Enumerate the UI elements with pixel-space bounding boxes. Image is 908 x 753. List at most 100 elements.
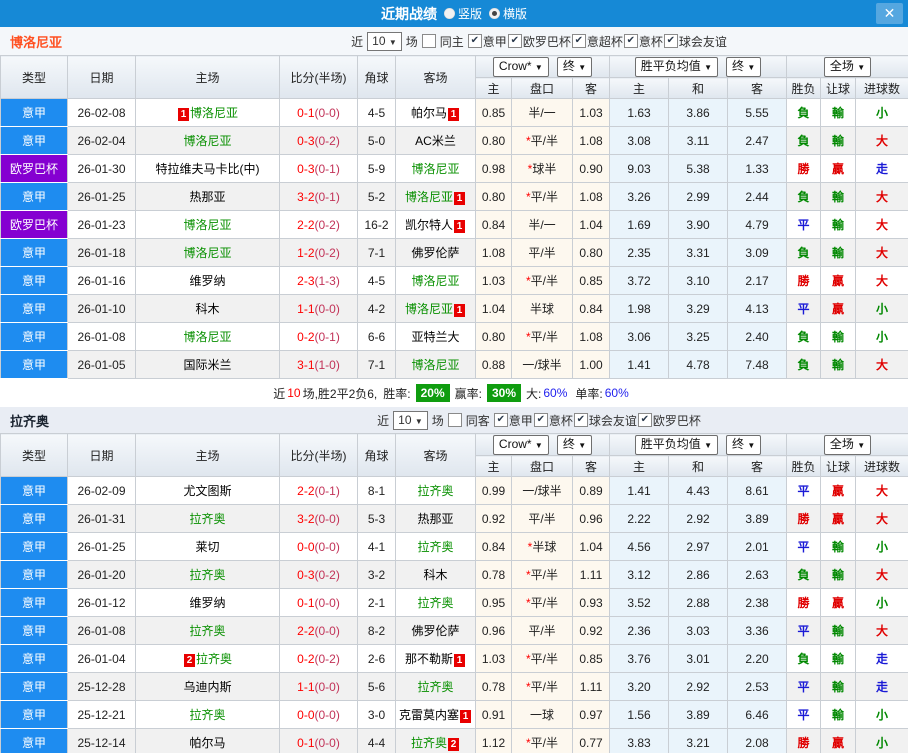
corner-cell: 6-6 (357, 322, 396, 351)
score-cell: 0-3(0-2) (279, 126, 358, 155)
league-cell: 意甲 (0, 350, 68, 379)
league-checkbox[interactable]: ✔ (623, 34, 638, 48)
section-team-name: 拉齐奥 (10, 413, 50, 429)
handicap-line-cell: 平/半 (511, 238, 573, 267)
avg-home-cell: 1.63 (609, 98, 670, 127)
result-goals-cell: 大 (855, 182, 908, 211)
match-count-select[interactable]: 10 ▼ (367, 31, 402, 51)
away-team-cell: 帕尔马 1 (395, 98, 476, 127)
handicap-line-cell: *球半 (511, 154, 573, 183)
chevron-down-icon: ▼ (414, 416, 423, 426)
date-cell: 25-12-21 (67, 700, 136, 729)
avg-away-cell: 2.40 (727, 322, 788, 351)
halftime-score: (0-0) (314, 511, 340, 526)
fulltime-dropdown[interactable]: 全场 ▼ (823, 56, 872, 77)
home-team-cell: 国际米兰 (135, 350, 280, 379)
bookmaker-dropdown[interactable]: Crow* ▼ (492, 434, 549, 455)
radio-icon-vertical[interactable] (443, 8, 455, 19)
corner-cell: 8-2 (357, 616, 396, 645)
league-filters-1: ✔ 意甲 ✔ 意杯 ✔ 球会友谊 ✔ 欧罗巴杯 (493, 412, 701, 429)
handicap-line: 球半 (532, 162, 557, 176)
handicap-line: 平/半 (528, 246, 556, 260)
league-checkbox[interactable]: ✔ (533, 413, 548, 427)
league-checkbox[interactable]: ✔ (507, 34, 522, 48)
corner-cell: 5-9 (357, 154, 396, 183)
home-team-name: 拉齐奥 (189, 624, 226, 638)
result-char: 負 (797, 190, 810, 204)
avg-home-cell: 9.03 (609, 154, 670, 183)
home-team-cell: 拉齐奥 (135, 504, 280, 533)
result-char: 贏 (832, 274, 845, 288)
wdl-avg-dropdown[interactable]: 胜平负均值 ▼ (634, 56, 719, 77)
final-dropdown-2[interactable]: 终 ▼ (726, 434, 762, 455)
titlebar: 近期战绩 竖版 横版 ✕ (0, 0, 908, 27)
away-team-name: 博洛尼亚 (404, 190, 453, 204)
stats-record: 场,胜2平2负6, (302, 386, 378, 401)
date-cell: 26-01-16 (67, 266, 136, 295)
home-team-cell: 1 博洛尼亚 (135, 98, 280, 127)
chevron-down-icon: ▼ (388, 37, 397, 47)
final-dropdown-1[interactable]: 终 ▼ (556, 434, 593, 455)
same-venue-checkbox[interactable] (447, 413, 462, 427)
fulltime-score: 2-2 (297, 217, 315, 232)
result-char: 勝 (797, 596, 810, 610)
home-team-name: 博洛尼亚 (189, 106, 238, 120)
odds-home-cell: 0.91 (475, 700, 512, 729)
result-handicap-cell: 輸 (820, 532, 857, 561)
league-checkbox[interactable]: ✔ (573, 413, 588, 427)
date-cell: 26-01-08 (67, 322, 136, 351)
result-goals-cell: 大 (855, 560, 908, 589)
result-char: 大 (876, 568, 889, 582)
league-cell: 意甲 (0, 322, 68, 351)
bookmaker-dropdown[interactable]: Crow* ▼ (492, 56, 549, 77)
home-team-cell: 博洛尼亚 (135, 322, 280, 351)
fulltime-dropdown[interactable]: 全场 ▼ (823, 434, 872, 455)
handicap-line-cell: 半球 (511, 294, 573, 323)
league-checkbox[interactable]: ✔ (637, 413, 652, 427)
halftime-score: (0-1) (314, 161, 340, 176)
league-checkbox[interactable]: ✔ (571, 34, 586, 48)
handicap-line-cell: 平/半 (511, 616, 573, 645)
radio-icon-horizontal[interactable] (489, 8, 500, 19)
home-team-name: 尤文图斯 (183, 484, 232, 498)
home-team-name: 科木 (195, 302, 220, 316)
match-count-select[interactable]: 10 ▼ (393, 410, 428, 430)
radio-label-vertical: 竖版 (457, 7, 482, 21)
halftime-score: (0-0) (314, 707, 340, 722)
layout-radio-vertical[interactable]: 竖版 (443, 5, 482, 22)
result-char: 勝 (797, 512, 810, 526)
league-checkbox[interactable]: ✔ (663, 34, 678, 48)
same-venue-checkbox[interactable] (421, 34, 436, 48)
layout-radio-horizontal[interactable]: 横版 (489, 5, 527, 22)
section-team-name: 博洛尼亚 (10, 34, 63, 50)
league-checkbox[interactable]: ✔ (467, 34, 482, 48)
away-team-cell: 拉齐奥 (395, 588, 476, 617)
close-icon[interactable]: ✕ (876, 3, 903, 24)
home-team-cell: 拉齐奥 (135, 616, 280, 645)
handicap-line: 平/半 (530, 652, 558, 666)
corner-cell: 4-2 (357, 294, 396, 323)
avg-home-cell: 1.69 (609, 210, 670, 239)
handicap-line-cell: *平/半 (511, 644, 573, 673)
home-team-cell: 拉齐奥 (135, 560, 280, 589)
col-type: 类型 (0, 433, 68, 477)
fulltime-score: 2-3 (297, 273, 315, 288)
final-dropdown-1[interactable]: 终 ▼ (556, 56, 593, 77)
league-checkbox[interactable]: ✔ (493, 413, 508, 427)
odds-away-cell: 0.92 (571, 616, 611, 645)
final-dropdown-2[interactable]: 终 ▼ (726, 56, 762, 77)
col-result-handicap: 让球 (820, 77, 857, 99)
result-char: 贏 (832, 484, 845, 498)
odds-away-cell: 0.93 (571, 588, 611, 617)
result-char: 輸 (832, 708, 845, 722)
league-cell: 意甲 (0, 616, 68, 645)
result-char: 輸 (832, 218, 845, 232)
wdl-avg-dropdown[interactable]: 胜平负均值 ▼ (634, 434, 719, 455)
league-cell: 意甲 (0, 504, 68, 533)
odds-away-cell: 0.85 (571, 266, 611, 295)
matches-table-lazio: 类型 日期 主场 比分(半场) 角球 客场 Crow* ▼ 终 ▼ 胜平负均值 ▼… (0, 433, 908, 753)
avg-away-cell: 4.13 (727, 294, 788, 323)
score-cell: 0-2(0-2) (279, 644, 358, 673)
result-char: 輸 (832, 624, 845, 638)
result-handicap-cell: 輸 (820, 126, 857, 155)
